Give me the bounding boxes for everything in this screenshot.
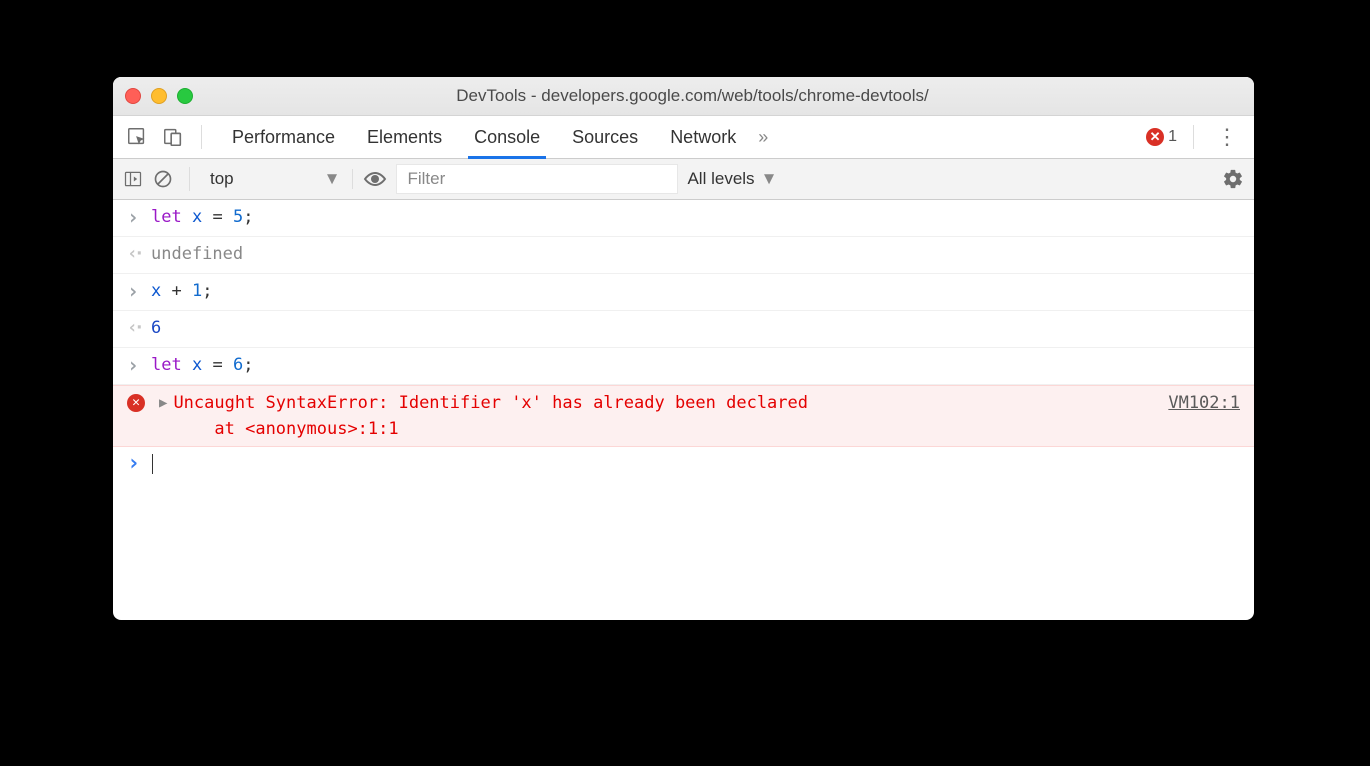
minimize-window-button[interactable] (151, 88, 167, 104)
error-source-link[interactable]: VM102:1 (1138, 390, 1240, 416)
prompt-chevron-icon: › (127, 451, 151, 477)
divider (201, 125, 202, 149)
output-chevron-icon: ‹· (127, 241, 151, 267)
levels-label: All levels (687, 169, 754, 189)
settings-kebab-icon[interactable]: ⋮ (1210, 124, 1244, 150)
console-input-line: let x = 6; (151, 352, 1240, 378)
context-label: top (210, 169, 234, 189)
caret-down-icon: ▼ (324, 169, 341, 189)
console-output-line: undefined (151, 241, 1240, 267)
log-levels-selector[interactable]: All levels ▼ (687, 169, 777, 189)
output-chevron-icon: ‹· (127, 315, 151, 341)
execution-context-selector[interactable]: top ▼ (210, 169, 353, 189)
console-output-line: 6 (151, 315, 1240, 341)
more-tabs-button[interactable]: » (752, 127, 774, 148)
error-message: Uncaught SyntaxError: Identifier 'x' has… (173, 390, 1138, 442)
close-window-button[interactable] (125, 88, 141, 104)
caret-down-icon: ▼ (761, 169, 778, 189)
tab-performance[interactable]: Performance (216, 116, 351, 158)
toggle-sidebar-icon[interactable] (123, 169, 143, 189)
clear-console-icon[interactable] (153, 169, 173, 189)
titlebar: DevTools - developers.google.com/web/too… (113, 77, 1254, 116)
console-input-line: x + 1; (151, 278, 1240, 304)
console-settings-icon[interactable] (1222, 168, 1244, 190)
divider (189, 167, 190, 191)
input-chevron-icon: › (127, 278, 151, 304)
device-toggle-icon[interactable] (159, 123, 187, 151)
console-output[interactable]: ›let x = 5;‹·undefined›x + 1;‹·6›let x =… (113, 200, 1254, 620)
input-chevron-icon: › (127, 204, 151, 230)
zoom-window-button[interactable] (177, 88, 193, 104)
error-icon: ✕ (1146, 128, 1164, 146)
main-tabbar: Performance Elements Console Sources Net… (113, 116, 1254, 159)
divider (1193, 125, 1194, 149)
window-title: DevTools - developers.google.com/web/too… (193, 86, 1192, 106)
tab-network[interactable]: Network (654, 116, 752, 158)
error-icon: ✕ (127, 390, 151, 412)
inspect-element-icon[interactable] (123, 123, 151, 151)
error-count: 1 (1168, 128, 1177, 146)
window-controls (125, 88, 193, 104)
filter-input[interactable] (397, 165, 677, 193)
devtools-window: DevTools - developers.google.com/web/too… (113, 77, 1254, 620)
live-expression-icon[interactable] (363, 167, 387, 191)
console-input[interactable] (151, 451, 1240, 477)
tab-sources[interactable]: Sources (556, 116, 654, 158)
tab-elements[interactable]: Elements (351, 116, 458, 158)
panel-tabs: Performance Elements Console Sources Net… (216, 116, 774, 158)
console-input-line: let x = 5; (151, 204, 1240, 230)
input-chevron-icon: › (127, 352, 151, 378)
expand-error-icon[interactable]: ▶ (151, 390, 173, 416)
tab-console[interactable]: Console (458, 116, 556, 158)
error-count-badge[interactable]: ✕ 1 (1146, 128, 1177, 146)
console-toolbar: top ▼ All levels ▼ (113, 159, 1254, 200)
